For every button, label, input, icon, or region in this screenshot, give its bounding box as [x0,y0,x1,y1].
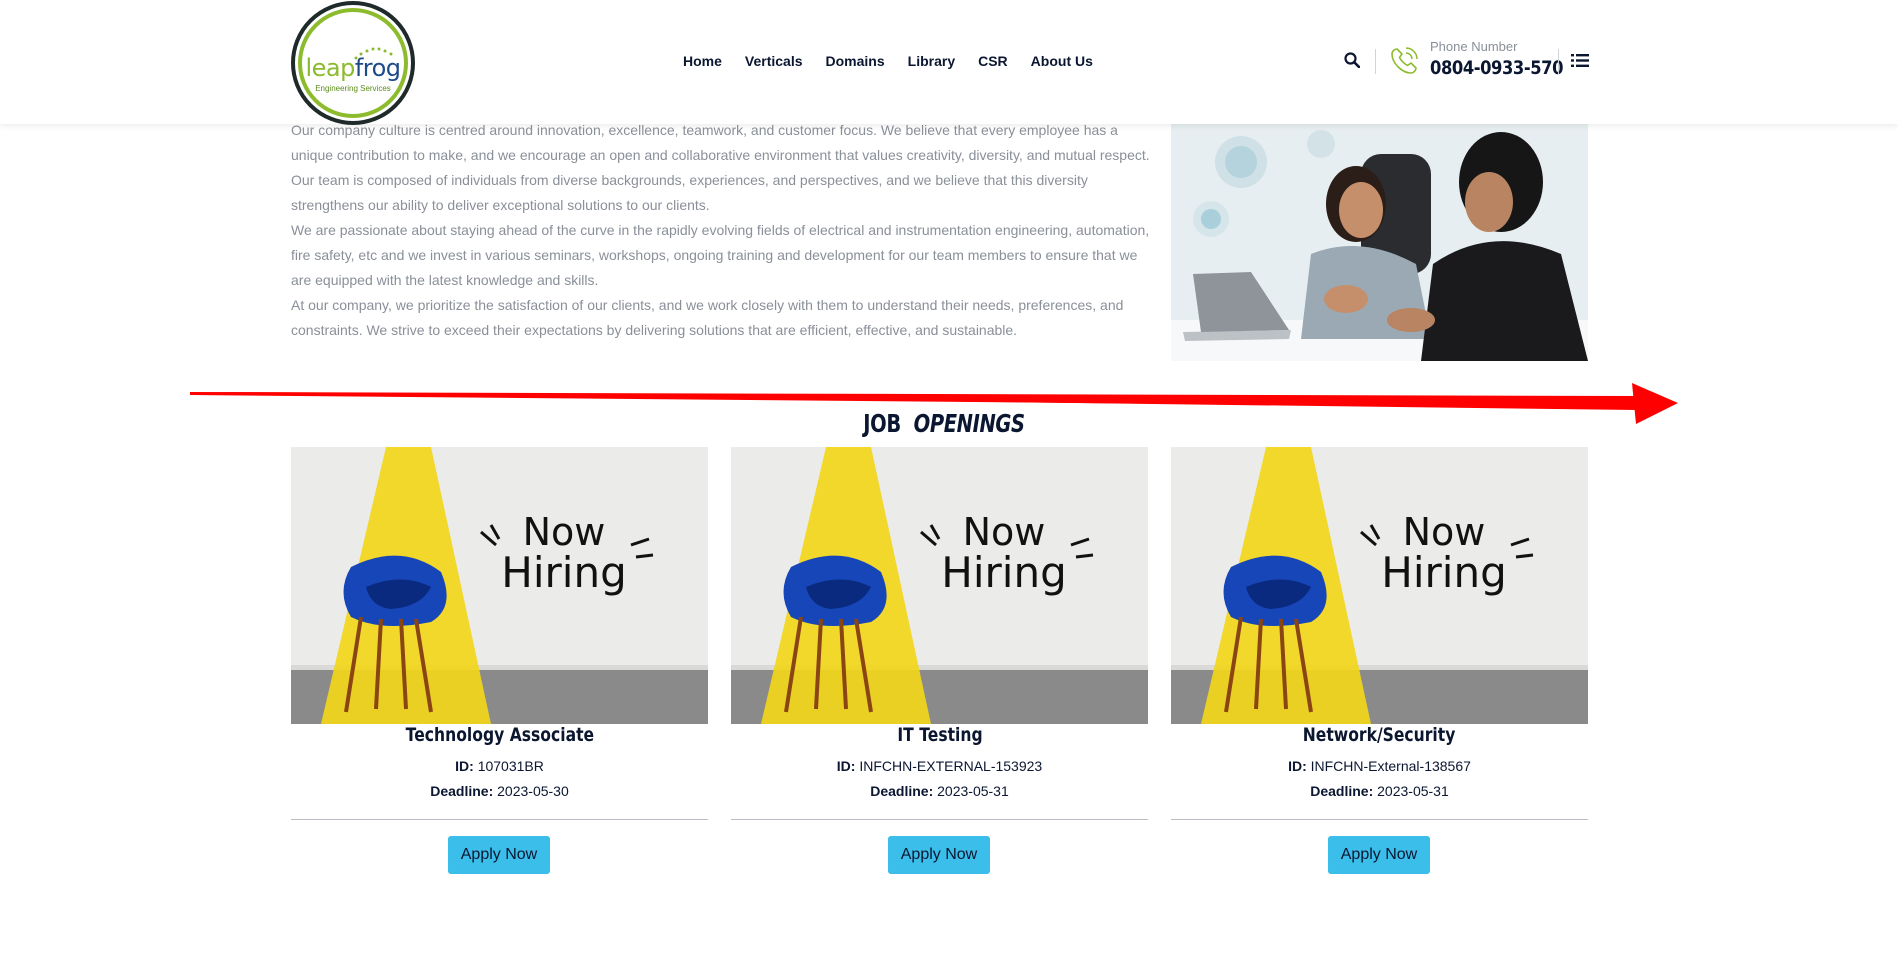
nav-domains[interactable]: Domains [826,53,885,69]
apply-now-button[interactable]: Apply Now [448,836,550,874]
divider [1558,49,1559,74]
divider [1375,49,1376,74]
job-deadline: Deadline: 2023-05-31 [1310,783,1449,799]
card-divider [1171,819,1588,820]
company-logo[interactable]: leapfrog Engineering Services [291,1,415,125]
search-icon[interactable] [1344,52,1360,68]
about-paragraph: At our company, we prioritize the satisf… [291,297,1124,338]
job-deadline: Deadline: 2023-05-31 [870,783,1009,799]
section-title-part2: OPENINGS [913,409,1025,438]
job-card: Now Hiring Network/Security ID: INFCHN-E… [1171,447,1588,877]
about-paragraph: Our company culture is centred around in… [291,122,1150,163]
svg-text:Hiring: Hiring [941,548,1066,597]
job-card: Now Hiring IT Testing ID: INFCHN-EXTERNA… [731,447,1148,877]
job-title: IT Testing [896,724,983,746]
about-paragraph: Our team is composed of individuals from… [291,172,1088,213]
job-card: Now Hiring Technology Associate ID: 1070… [291,447,708,877]
apply-now-button[interactable]: Apply Now [1328,836,1430,874]
logo-ring: leapfrog Engineering Services [298,8,408,118]
job-id: ID: INFCHN-External-138567 [1288,758,1471,774]
logo-subtitle: Engineering Services [315,84,391,93]
phone-icon [1391,47,1418,74]
now-hiring-image: Now Hiring [291,447,708,724]
svg-text:Hiring: Hiring [501,548,626,597]
job-title: Technology Associate [405,724,594,746]
card-divider [731,819,1148,820]
team-photo [1171,124,1588,361]
card-divider [291,819,708,820]
main-nav: Home Verticals Domains Library CSR About… [683,53,1116,69]
nav-about-us[interactable]: About Us [1031,53,1093,69]
apply-now-button[interactable]: Apply Now [888,836,990,874]
logo-wordmark: leapfrog [305,54,401,82]
job-title: Network/Security [1303,724,1456,746]
section-title-part1: JOB [862,409,901,438]
phone-label: Phone Number [1430,39,1518,54]
job-id: ID: INFCHN-EXTERNAL-153923 [836,758,1043,774]
job-id: ID: 107031BR [455,758,544,774]
company-culture-text: Our company culture is centred around in… [291,118,1151,343]
phone-number[interactable]: 0804-0933-570 [1430,57,1563,79]
menu-list-icon[interactable] [1571,53,1589,68]
now-hiring-image: Now Hiring [731,447,1148,724]
nav-home[interactable]: Home [683,53,722,69]
about-paragraph: We are passionate about staying ahead of… [291,222,1150,288]
now-hiring-image: Now Hiring [1171,447,1588,724]
job-deadline: Deadline: 2023-05-30 [430,783,569,799]
nav-csr[interactable]: CSR [978,53,1008,69]
section-title: JOB OPENINGS [0,409,1898,438]
nav-verticals[interactable]: Verticals [745,53,803,69]
site-header: Home Verticals Domains Library CSR About… [0,0,1898,124]
svg-text:Hiring: Hiring [1381,548,1506,597]
nav-library[interactable]: Library [908,53,955,69]
